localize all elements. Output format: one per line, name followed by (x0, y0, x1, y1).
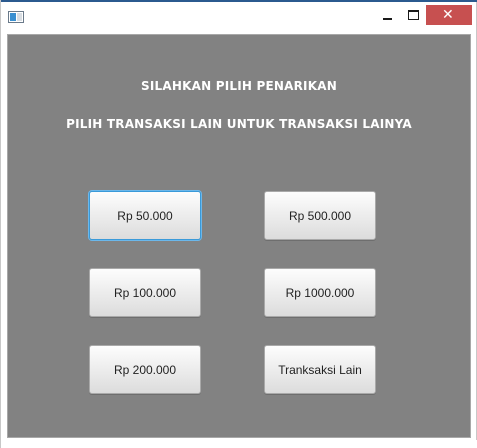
other-transaction-button[interactable]: Tranksaksi Lain (264, 345, 376, 394)
withdraw-50000-button[interactable]: Rp 50.000 (89, 191, 201, 240)
withdraw-1000000-button[interactable]: Rp 1000.000 (264, 268, 376, 317)
withdraw-100000-button[interactable]: Rp 100.000 (89, 268, 201, 317)
content-panel: SILAHKAN PILIH PENARIKAN PILIH TRANSAKSI… (7, 34, 471, 438)
close-button[interactable]: ✕ (426, 5, 472, 25)
close-icon: ✕ (442, 7, 454, 23)
window-top-border (1, 0, 477, 2)
window-bottom-edge (1, 440, 477, 448)
minimize-icon (383, 18, 392, 20)
minimize-button[interactable] (375, 5, 399, 25)
app-icon (8, 11, 24, 23)
page-title: SILAHKAN PILIH PENARIKAN (141, 79, 337, 93)
withdraw-500000-button[interactable]: Rp 500.000 (264, 191, 376, 240)
withdraw-200000-button[interactable]: Rp 200.000 (89, 345, 201, 394)
page-subtitle: PILIH TRANSAKSI LAIN UNTUK TRANSAKSI LAI… (66, 117, 412, 131)
maximize-icon (408, 10, 419, 20)
atm-window: ✕ SILAHKAN PILIH PENARIKAN PILIH TRANSAK… (0, 0, 477, 448)
maximize-button[interactable] (401, 5, 425, 25)
